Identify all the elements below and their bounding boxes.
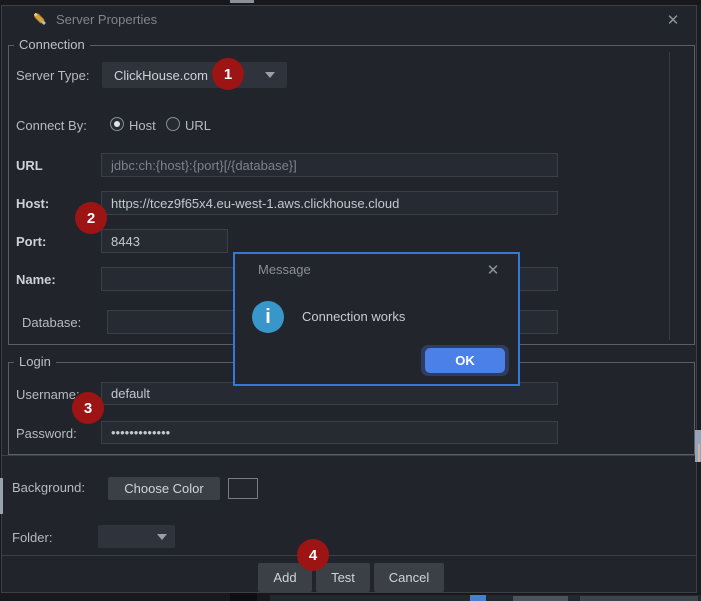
color-swatch[interactable] xyxy=(228,478,258,499)
ok-button[interactable]: OK xyxy=(425,348,505,373)
radio-url-label[interactable]: URL xyxy=(185,118,211,133)
screen: Server Properties ✕ Connection Server Ty… xyxy=(0,0,701,601)
annotation-badge-4: 4 xyxy=(297,539,329,571)
server-properties-icon xyxy=(31,10,49,28)
chevron-down-icon xyxy=(265,72,275,78)
folder-dropdown[interactable] xyxy=(98,525,175,548)
background-app-fragment xyxy=(698,444,700,462)
password-input[interactable] xyxy=(101,421,558,444)
radio-host[interactable] xyxy=(110,117,124,131)
background-text-fragment xyxy=(513,596,568,601)
message-dialog: Message ✕ i Connection works OK xyxy=(233,252,520,386)
background-app-fragment xyxy=(697,5,701,593)
database-label: Database: xyxy=(22,315,81,330)
name-label: Name: xyxy=(16,272,56,287)
background-app-fragment xyxy=(0,478,3,514)
cancel-button[interactable]: Cancel xyxy=(374,563,444,592)
info-icon: i xyxy=(252,301,284,333)
username-label: Username: xyxy=(16,387,80,402)
port-input[interactable] xyxy=(101,229,228,253)
background-app-fragment xyxy=(230,0,254,3)
annotation-badge-3: 3 xyxy=(72,392,104,424)
divider xyxy=(669,52,670,340)
folder-label: Folder: xyxy=(12,530,52,545)
background-checkbox-fragment xyxy=(470,595,486,601)
background-text-fragment xyxy=(580,596,698,601)
background-app-fragment xyxy=(230,593,257,601)
connect-by-label: Connect By: xyxy=(16,118,87,133)
host-input[interactable] xyxy=(101,191,558,215)
connection-group-label: Connection xyxy=(14,37,90,52)
port-label: Port: xyxy=(16,234,46,249)
password-label: Password: xyxy=(16,426,77,441)
login-group-label: Login xyxy=(14,354,56,369)
radio-url[interactable] xyxy=(166,117,180,131)
annotation-badge-2: 2 xyxy=(75,202,107,234)
annotation-badge-1: 1 xyxy=(212,58,244,90)
server-type-label: Server Type: xyxy=(16,68,89,83)
host-label: Host: xyxy=(16,196,49,211)
message-dialog-title: Message xyxy=(258,262,311,277)
footer-divider xyxy=(2,555,698,556)
url-input[interactable] xyxy=(101,153,558,177)
server-type-dropdown[interactable]: ClickHouse.com xyxy=(102,62,287,88)
section-divider xyxy=(2,455,698,456)
radio-host-label[interactable]: Host xyxy=(129,118,156,133)
dialog-title: Server Properties xyxy=(56,12,157,27)
radio-dot xyxy=(114,121,120,127)
choose-color-button[interactable]: Choose Color xyxy=(108,477,220,500)
chevron-down-icon xyxy=(157,534,167,540)
test-button[interactable]: Test xyxy=(316,563,370,592)
background-label: Background: xyxy=(12,480,85,495)
message-dialog-close-icon[interactable]: ✕ xyxy=(483,260,503,280)
message-text: Connection works xyxy=(302,309,405,324)
url-label: URL xyxy=(16,158,43,173)
dialog-close-icon[interactable]: ✕ xyxy=(663,10,683,30)
ok-button-focus-ring: OK xyxy=(421,345,509,376)
